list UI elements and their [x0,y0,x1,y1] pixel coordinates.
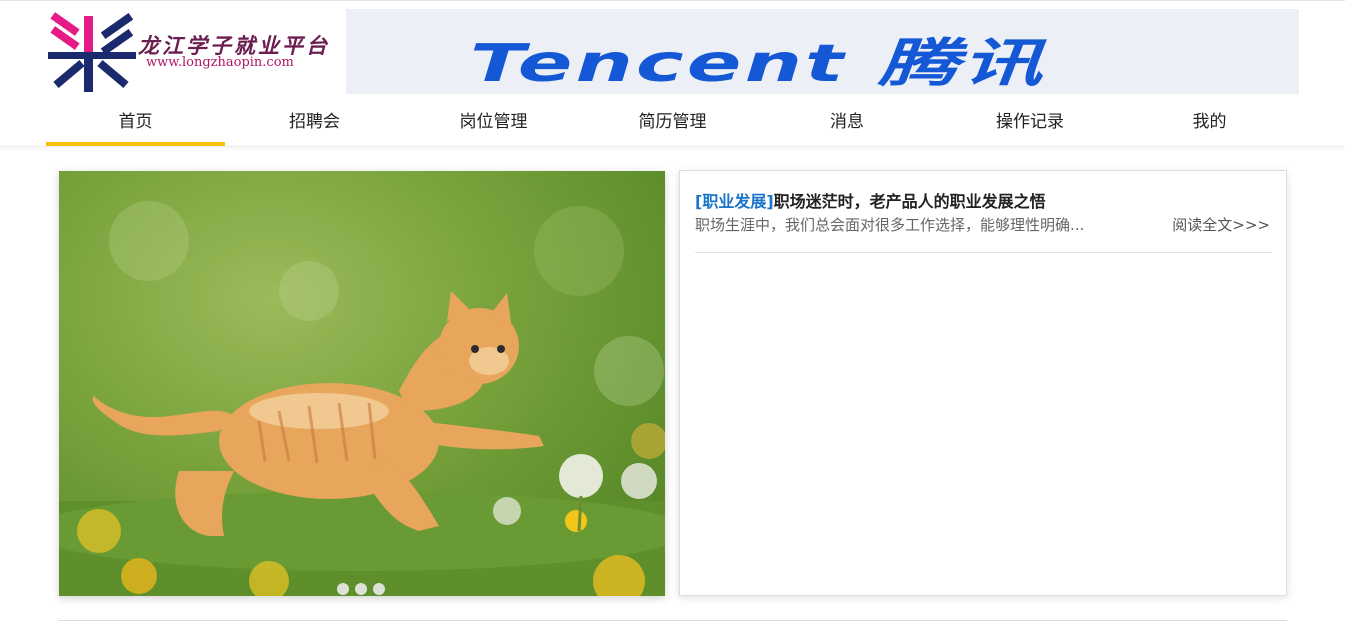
nav-item-position-management[interactable]: 岗位管理 [404,98,583,146]
logo-mark-icon [48,12,136,92]
article-category[interactable]: [职业发展] [695,192,774,211]
carousel-dot-1[interactable] [337,583,349,595]
top-divider [0,0,1345,1]
nav-item-home[interactable]: 首页 [46,98,225,146]
article-headline[interactable]: 职场迷茫时，老产品人的职业发展之悟 [774,192,1046,211]
nav-item-operation-log[interactable]: 操作记录 [940,98,1120,146]
nav-item-resume-management[interactable]: 简历管理 [583,98,762,146]
nav-item-mine[interactable]: 我的 [1120,98,1299,146]
article-panel: [职业发展]职场迷茫时，老产品人的职业发展之悟 职场生涯中，我们总会面对很多工作… [679,170,1287,596]
read-more-link[interactable]: 阅读全文>>> [1172,214,1270,235]
tencent-banner[interactable]: Tencent 腾讯 [346,9,1299,94]
bottom-divider [58,620,1287,621]
article-summary: 职场生涯中，我们总会面对很多工作选择，能够理性明确... [695,216,1085,234]
main-nav: 首页 招聘会 岗位管理 简历管理 消息 操作记录 我的 [0,98,1345,147]
article-item[interactable]: [职业发展]职场迷茫时，老产品人的职业发展之悟 职场生涯中，我们总会面对很多工作… [695,188,1272,253]
site-logo[interactable]: 龙江学子就业平台 www.longzhaopin.com [46,12,346,94]
article-title[interactable]: [职业发展]职场迷茫时，老产品人的职业发展之悟 [695,188,1046,212]
image-carousel[interactable] [59,171,665,596]
nav-item-job-fair[interactable]: 招聘会 [225,98,404,146]
carousel-dot-2[interactable] [355,583,367,595]
logo-url: www.longzhaopin.com [146,55,294,70]
banner-text: Tencent 腾讯 [470,34,1046,94]
carousel-pagination [337,580,391,595]
nav-item-messages[interactable]: 消息 [762,98,932,146]
carousel-dot-3[interactable] [373,583,385,595]
kitten-photo [59,201,665,596]
